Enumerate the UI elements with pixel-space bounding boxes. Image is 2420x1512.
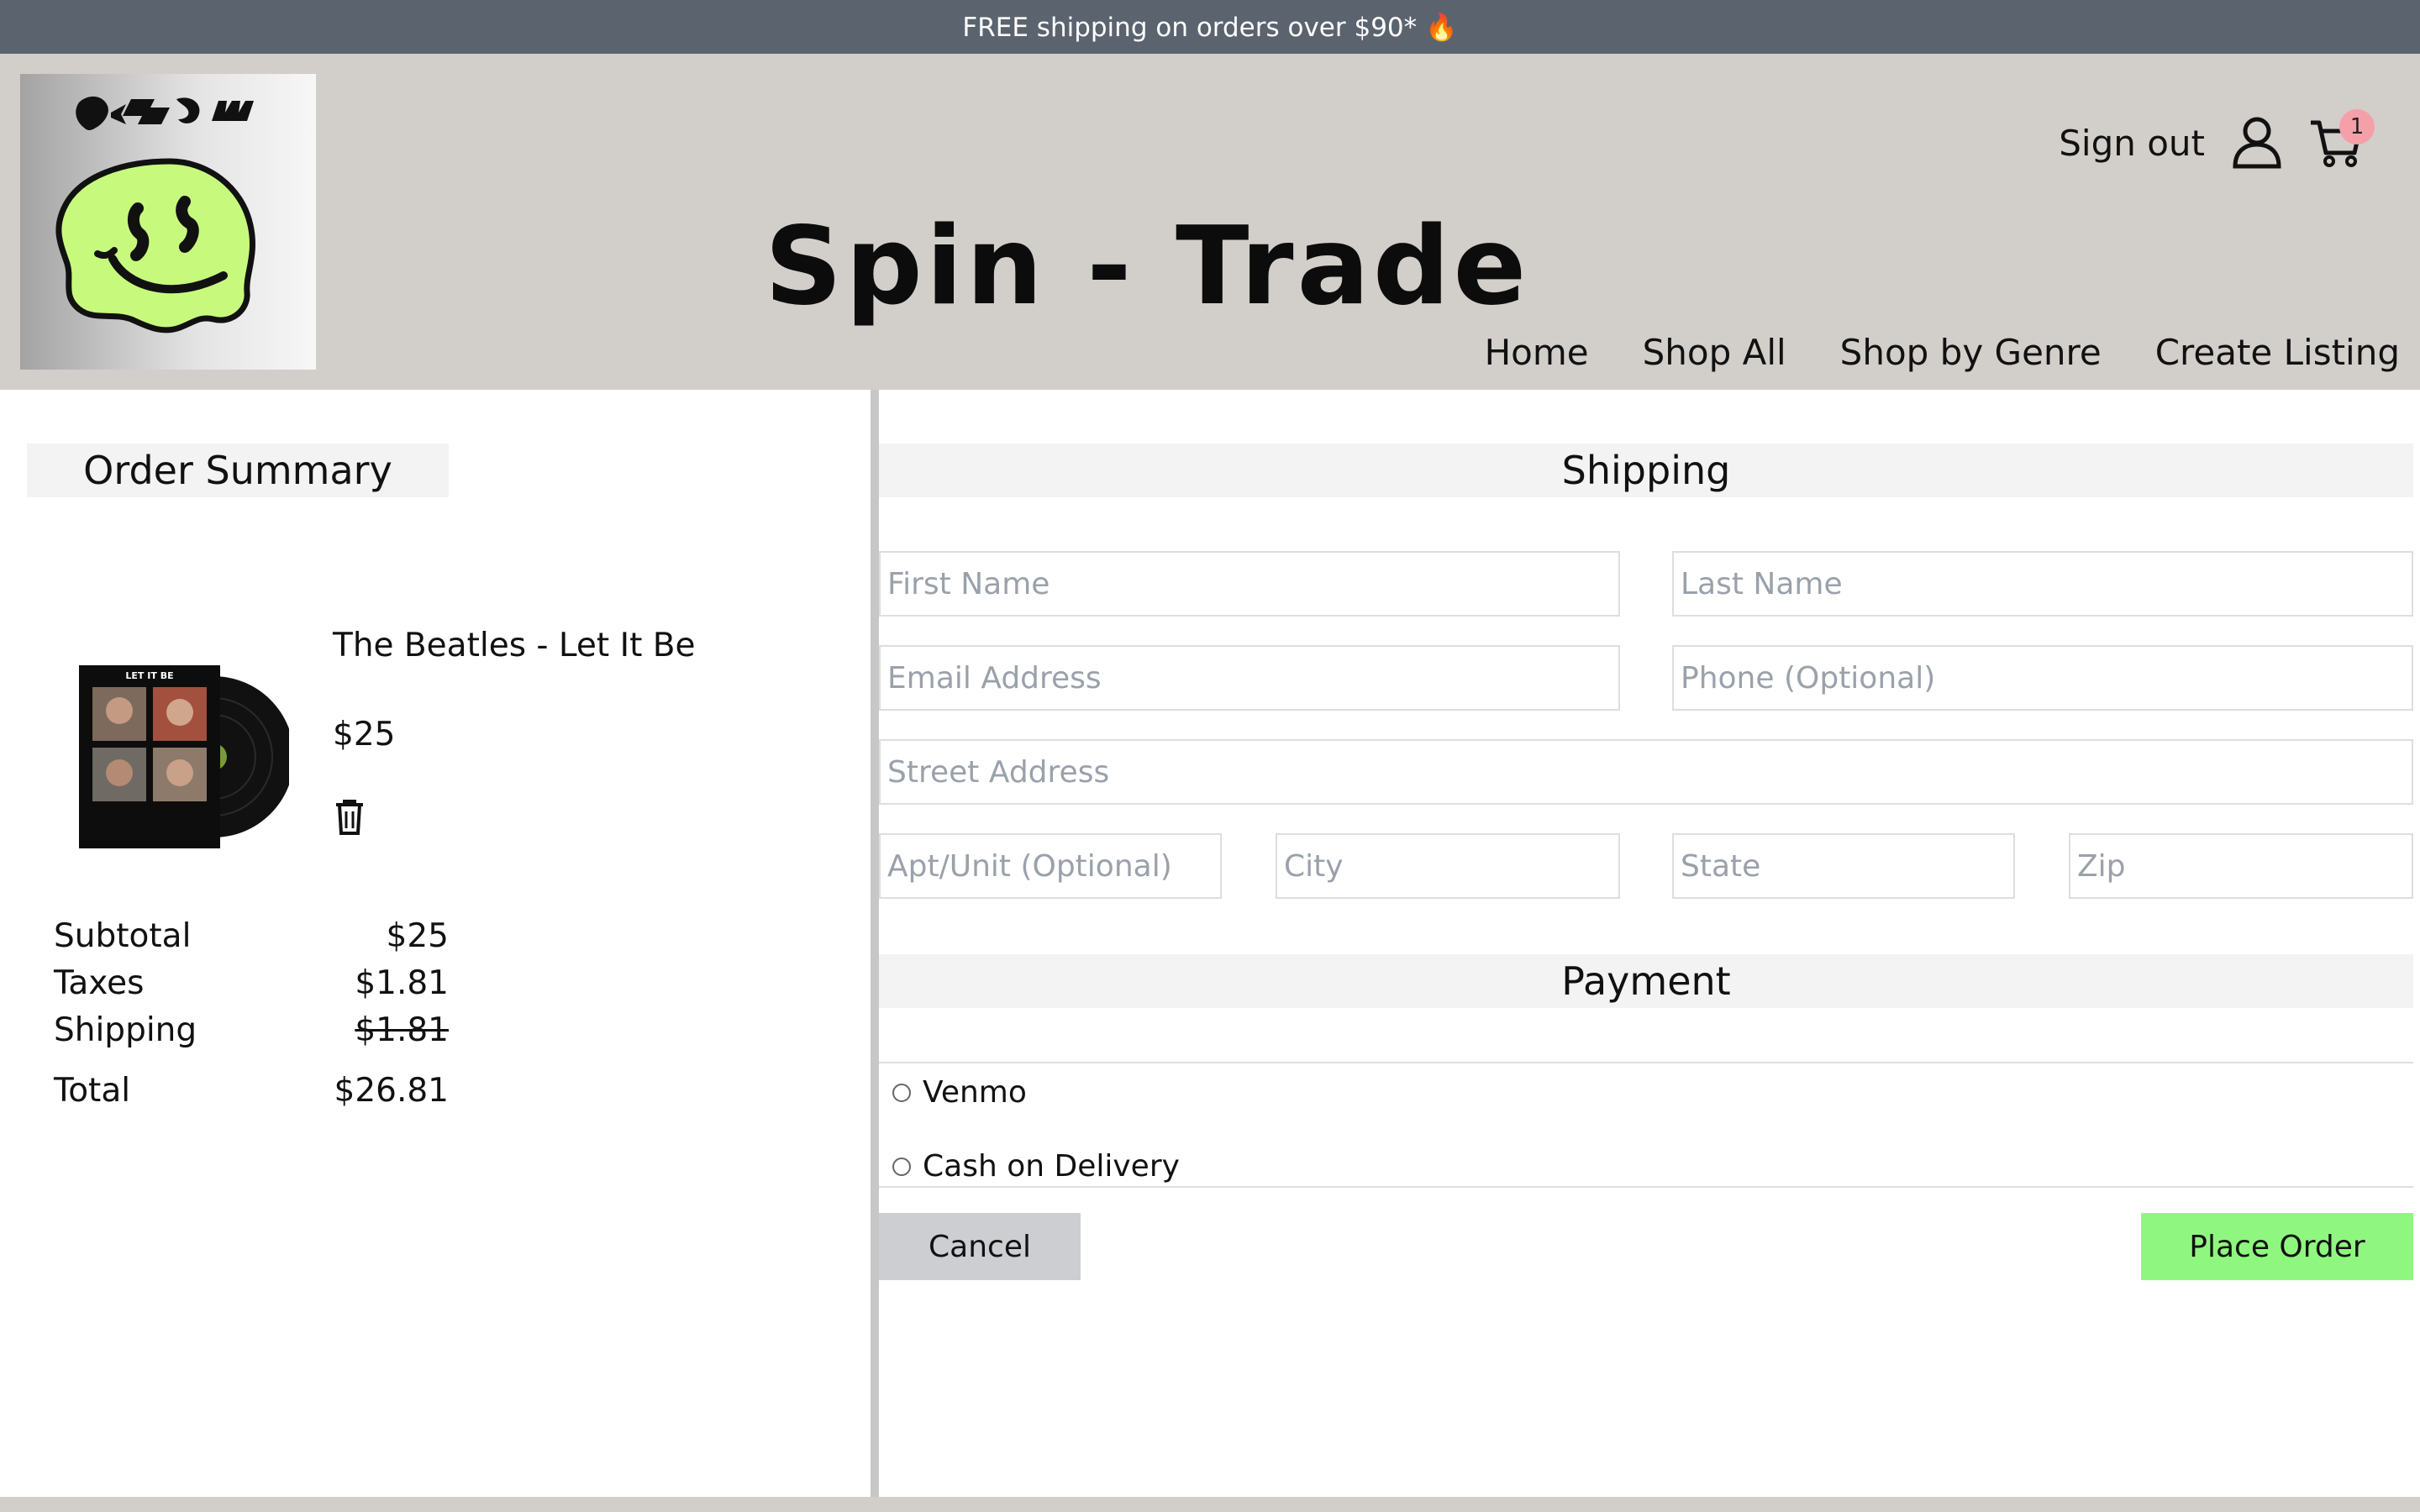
subtotal-value: $25	[386, 916, 449, 955]
subtotal-row: Subtotal $25	[54, 912, 449, 959]
street-address-field[interactable]	[879, 739, 2413, 805]
taxes-value: $1.81	[355, 963, 449, 1002]
nav-shop-all[interactable]: Shop All	[1643, 332, 1786, 373]
payment-option-cash[interactable]: Cash on Delivery	[892, 1149, 1180, 1184]
checkout-form-panel: Shipping Payment Venmo Cash on Delivery …	[879, 390, 2420, 1497]
album-cover-image[interactable]: LET IT BE	[79, 660, 289, 853]
main-nav: Home Shop All Shop by Genre Create Listi…	[1485, 332, 2400, 373]
cash-on-delivery-radio[interactable]	[892, 1157, 911, 1176]
order-totals: Subtotal $25 Taxes $1.81 Shipping $1.81 …	[54, 912, 449, 1114]
order-summary-panel: Order Summary LET IT BE The Beatles - Le…	[0, 390, 871, 1497]
venmo-label[interactable]: Venmo	[923, 1075, 1027, 1110]
phone-field[interactable]	[1672, 645, 2413, 711]
total-value: $26.81	[334, 1071, 449, 1110]
zip-field[interactable]	[2069, 833, 2413, 899]
panel-divider	[871, 390, 879, 1497]
cart-item-name[interactable]: The Beatles - Let It Be	[333, 627, 696, 664]
nav-shop-by-genre[interactable]: Shop by Genre	[1840, 332, 2102, 373]
cart-button[interactable]: 1	[2309, 109, 2375, 170]
shipping-label: Shipping	[54, 1011, 197, 1049]
subtotal-label: Subtotal	[54, 916, 192, 955]
cart-item-price: $25	[333, 716, 396, 753]
payment-option-venmo[interactable]: Venmo	[892, 1075, 1027, 1110]
cancel-button[interactable]: Cancel	[879, 1213, 1081, 1280]
cart-count-badge: 1	[2339, 109, 2375, 144]
nav-create-listing[interactable]: Create Listing	[2155, 332, 2400, 373]
payment-options: Venmo Cash on Delivery	[879, 1062, 2413, 1188]
payment-heading: Payment	[879, 954, 2413, 1008]
order-summary-heading: Order Summary	[27, 444, 449, 497]
site-logo[interactable]	[20, 74, 316, 370]
sign-out-link[interactable]: Sign out	[2059, 123, 2205, 164]
user-icon[interactable]	[2232, 116, 2282, 170]
shipping-heading: Shipping	[879, 444, 2413, 497]
album-cover-title: LET IT BE	[125, 670, 173, 681]
shipping-value: $1.81	[355, 1011, 449, 1049]
last-name-field[interactable]	[1672, 551, 2413, 617]
checkout-main: Order Summary LET IT BE The Beatles - Le…	[0, 390, 2420, 1497]
first-name-field[interactable]	[879, 551, 1620, 617]
trash-icon[interactable]	[333, 798, 366, 837]
email-field[interactable]	[879, 645, 1620, 711]
state-field[interactable]	[1672, 833, 2015, 899]
apt-unit-field[interactable]	[879, 833, 1222, 899]
taxes-label: Taxes	[54, 963, 145, 1002]
nav-home[interactable]: Home	[1485, 332, 1589, 373]
place-order-button[interactable]: Place Order	[2141, 1213, 2413, 1280]
taxes-row: Taxes $1.81	[54, 959, 449, 1006]
total-label: Total	[54, 1071, 131, 1110]
site-header: Spin - Trade Sign out 1 Home Shop All Sh…	[0, 54, 2420, 390]
logo-graphic	[55, 96, 255, 333]
cash-on-delivery-label[interactable]: Cash on Delivery	[923, 1149, 1180, 1184]
account-bar: Sign out 1	[2059, 109, 2375, 170]
shipping-row: Shipping $1.81	[54, 1006, 449, 1053]
promo-banner: FREE shipping on orders over $90* 🔥	[0, 0, 2420, 54]
total-row: Total $26.81	[54, 1067, 449, 1114]
brand-title: Spin - Trade	[765, 204, 1530, 329]
venmo-radio[interactable]	[892, 1083, 911, 1102]
city-field[interactable]	[1276, 833, 1620, 899]
promo-banner-text: FREE shipping on orders over $90* 🔥	[962, 12, 1458, 43]
